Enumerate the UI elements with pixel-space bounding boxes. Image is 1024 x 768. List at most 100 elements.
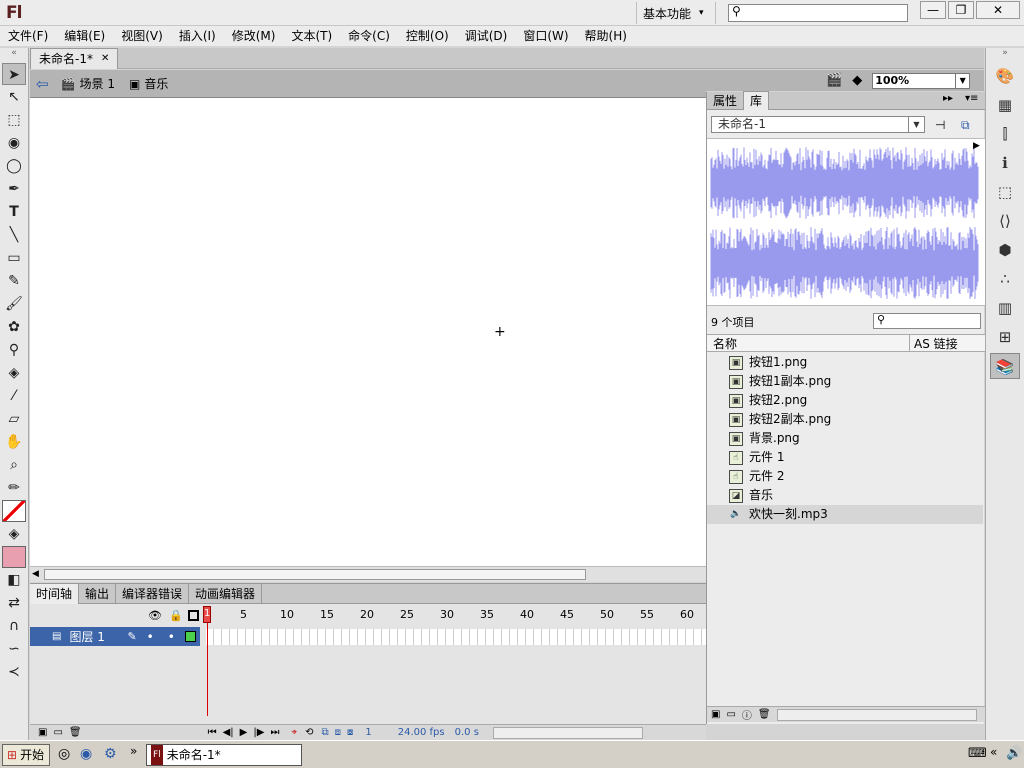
frame-track[interactable]: [206, 629, 706, 645]
menu-item[interactable]: 修改(M): [224, 26, 284, 46]
pencil-tool-icon[interactable]: ✎: [2, 270, 26, 292]
library-scrollbar[interactable]: [776, 708, 977, 721]
timeline-tab[interactable]: 时间轴: [30, 583, 80, 604]
text-tool-icon[interactable]: T: [2, 201, 26, 223]
collapse-icon[interactable]: «: [0, 48, 28, 62]
library-item[interactable]: ◪ 音乐: [707, 486, 983, 505]
browser-icon[interactable]: ◉: [80, 746, 92, 762]
panel-tab[interactable]: 库: [743, 91, 770, 110]
library-item[interactable]: ▣ 按钮1副本.png: [707, 372, 983, 391]
timeline-tab[interactable]: 输出: [79, 583, 117, 604]
edit-multiple-icon[interactable]: ⧇: [347, 727, 353, 738]
stroke-color-icon[interactable]: ✏: [2, 477, 26, 499]
code-snippets-icon[interactable]: ⟨⟩: [990, 208, 1020, 234]
components-icon[interactable]: ⬢: [990, 237, 1020, 263]
help-search-input[interactable]: ⚲: [728, 4, 908, 22]
black-white-icon[interactable]: ◧: [2, 569, 26, 591]
close-button[interactable]: ✕: [976, 1, 1020, 19]
menu-item[interactable]: 帮助(H): [577, 26, 635, 46]
library-item[interactable]: ▣ 按钮2.png: [707, 391, 983, 410]
fill-swatch[interactable]: [2, 546, 26, 568]
info-icon[interactable]: ℹ: [990, 150, 1020, 176]
properties-icon[interactable]: ⓘ: [742, 707, 752, 722]
next-frame-icon[interactable]: |▶: [253, 727, 264, 738]
start-button[interactable]: ⊞ 开始: [2, 744, 50, 766]
menu-item[interactable]: 命令(C): [340, 26, 398, 46]
taskbar-window-button[interactable]: Fl 未命名-1*: [146, 744, 302, 766]
current-frame[interactable]: 1: [365, 727, 371, 738]
motion-presets-icon[interactable]: ∴: [990, 266, 1020, 292]
scroll-thumb[interactable]: [44, 569, 586, 580]
lasso-tool-icon[interactable]: ◯: [2, 155, 26, 177]
rectangle-tool-icon[interactable]: ▭: [2, 247, 26, 269]
outline-icon[interactable]: [188, 610, 199, 621]
subselection-tool-icon[interactable]: ↖: [2, 86, 26, 108]
stage-horizontal-scrollbar[interactable]: ◀: [30, 566, 706, 582]
layer-name[interactable]: 图层 1: [69, 628, 127, 645]
close-icon[interactable]: ✕: [101, 49, 109, 69]
new-symbol-icon[interactable]: ▣: [711, 709, 720, 720]
stroke-swatch[interactable]: [2, 500, 26, 522]
library-item[interactable]: ☝ 元件 2: [707, 467, 983, 486]
paint-bucket-icon[interactable]: ◈: [2, 362, 26, 384]
selection-tool-icon[interactable]: ➤: [2, 63, 26, 85]
panel-menu-icon[interactable]: ▸▸: [943, 93, 953, 104]
volume-icon[interactable]: 🔊: [1006, 746, 1022, 761]
stage-canvas[interactable]: +: [30, 98, 706, 566]
delete-layer-icon[interactable]: 🗑: [69, 727, 82, 738]
brush-tool-icon[interactable]: 🖌: [2, 293, 26, 315]
lock-dot[interactable]: •: [168, 630, 175, 644]
library-item[interactable]: ▣ 按钮2副本.png: [707, 410, 983, 429]
fill-color-icon[interactable]: ◈: [2, 523, 26, 545]
new-folder-icon[interactable]: ▭: [726, 709, 735, 720]
timeline-scrollbar[interactable]: [492, 726, 643, 739]
pen-tool-icon[interactable]: ✒: [2, 178, 26, 200]
transform-icon[interactable]: ⬚: [990, 179, 1020, 205]
frame-ruler[interactable]: 5 10 15 20 25 30 35 40 45 50 55 60: [206, 608, 706, 626]
tray-expand-icon[interactable]: «: [990, 745, 997, 759]
frame-rate[interactable]: 24.00 fps: [398, 727, 445, 738]
library-search-input[interactable]: ⚲: [873, 313, 981, 329]
lock-icon[interactable]: 🔒: [169, 609, 183, 622]
bone-tool-icon[interactable]: ⚲: [2, 339, 26, 361]
library-item[interactable]: ▣ 按钮1.png: [707, 353, 983, 372]
visibility-dot[interactable]: •: [147, 630, 154, 644]
pin-library-icon[interactable]: ⊣: [935, 118, 945, 132]
menu-item[interactable]: 编辑(E): [56, 26, 113, 46]
expand-icon[interactable]: »: [986, 48, 1024, 60]
keyboard-icon[interactable]: ⌨: [968, 746, 987, 761]
breadcrumb-symbol[interactable]: 音乐: [144, 75, 168, 92]
play-icon[interactable]: ▶: [973, 141, 980, 151]
hand-tool-icon[interactable]: ✋: [2, 431, 26, 453]
new-library-icon[interactable]: ⧉: [961, 118, 970, 133]
timeline-tab[interactable]: 动画编辑器: [189, 583, 263, 604]
smooth-icon[interactable]: ∽: [2, 638, 26, 660]
menu-item[interactable]: 控制(O): [398, 26, 457, 46]
timeline-tab[interactable]: 编译器错误: [116, 583, 190, 604]
play-icon[interactable]: ▶: [240, 727, 248, 738]
chevron-right-icon[interactable]: »: [130, 744, 137, 758]
column-name[interactable]: 名称: [713, 335, 909, 352]
column-linkage[interactable]: AS 链接: [909, 334, 958, 352]
eyedropper-icon[interactable]: ⁄: [2, 385, 26, 407]
workspace-switcher[interactable]: 基本功能 ▾: [636, 2, 716, 24]
minimize-button[interactable]: —: [920, 1, 946, 19]
new-layer-icon[interactable]: ▣: [38, 727, 47, 738]
snap-magnet-icon[interactable]: ∩: [2, 615, 26, 637]
menu-item[interactable]: 调试(D): [457, 26, 516, 46]
panel-tab[interactable]: 属性: [707, 92, 743, 110]
library-document-select[interactable]: 未命名-1 ▼: [711, 116, 925, 133]
prev-frame-icon[interactable]: ◀|: [223, 727, 234, 738]
menu-item[interactable]: 视图(V): [113, 26, 171, 46]
maximize-button[interactable]: ❐: [948, 1, 974, 19]
library-icon[interactable]: 📚: [990, 353, 1020, 379]
document-tab[interactable]: 未命名-1* ✕: [30, 48, 119, 69]
library-item[interactable]: ☝ 元件 1: [707, 448, 983, 467]
project-icon[interactable]: ▥: [990, 295, 1020, 321]
delete-icon[interactable]: 🗑: [758, 709, 771, 720]
swatches-icon[interactable]: ▦: [990, 92, 1020, 118]
options-menu-icon[interactable]: ▾≡: [965, 93, 978, 104]
free-transform-tool-icon[interactable]: ⬚: [2, 109, 26, 131]
loop-icon[interactable]: ⟲: [305, 727, 313, 738]
align-icon[interactable]: ⫿: [990, 121, 1020, 147]
